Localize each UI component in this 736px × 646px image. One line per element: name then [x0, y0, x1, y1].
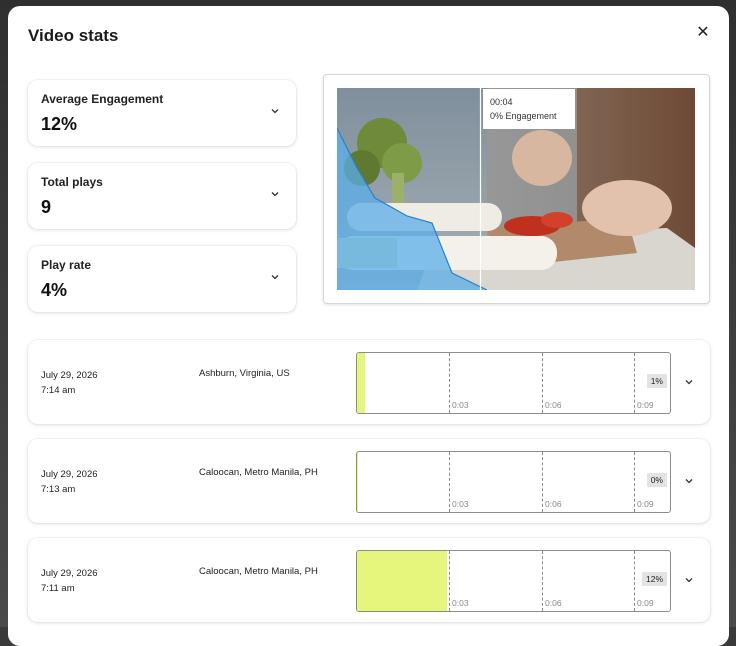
- timeline-tick: [634, 452, 635, 512]
- timeline-tick-label: 0:09: [637, 598, 654, 608]
- engagement-percent-badge: 1%: [646, 374, 667, 388]
- play-time: 7:13 am: [41, 484, 76, 495]
- timeline-tick-label: 0:09: [637, 499, 654, 509]
- video-stats-modal: Video stats ✕ Average Engagement 12% Tot…: [8, 6, 729, 646]
- close-icon[interactable]: ✕: [694, 24, 712, 42]
- watched-fill: [357, 452, 358, 512]
- chevron-down-icon[interactable]: [268, 270, 282, 284]
- play-date: July 29, 2026: [41, 469, 98, 480]
- engagement-percent-badge: 12%: [641, 572, 667, 586]
- timeline-tick: [634, 353, 635, 413]
- stat-value: 4%: [41, 280, 68, 300]
- timeline-tick: [542, 551, 543, 611]
- timeline-tick-label: 0:09: [637, 400, 654, 410]
- stat-card-average-engagement[interactable]: Average Engagement 12%: [28, 80, 296, 146]
- play-timeline[interactable]: 0:03 0:06 0:09 12%: [356, 550, 671, 612]
- video-preview-panel: 00:04 0% Engagement: [323, 74, 710, 304]
- stat-card-play-rate[interactable]: Play rate 4%: [28, 246, 296, 312]
- play-time: 7:11 am: [41, 583, 75, 594]
- timeline-tick: [449, 551, 450, 611]
- play-datetime: July 29, 2026 7:14 am: [41, 368, 98, 398]
- play-row: July 29, 2026 7:13 am Caloocan, Metro Ma…: [28, 439, 710, 523]
- play-datetime: July 29, 2026 7:11 am: [41, 566, 98, 596]
- play-location: Caloocan, Metro Manila, PH: [199, 566, 318, 577]
- timeline-tick-label: 0:06: [545, 499, 562, 509]
- timeline-tick: [449, 353, 450, 413]
- timeline-tick-label: 0:03: [452, 400, 469, 410]
- play-time: 7:14 am: [41, 385, 76, 396]
- timeline-tick-label: 0:03: [452, 499, 469, 509]
- chevron-down-icon[interactable]: [268, 104, 282, 118]
- video-thumbnail[interactable]: 00:04 0% Engagement: [337, 88, 695, 290]
- engagement-tooltip: 00:04 0% Engagement: [483, 89, 575, 129]
- stat-label: Average Engagement: [41, 92, 164, 106]
- chevron-down-icon[interactable]: [682, 474, 696, 488]
- modal-title: Video stats: [28, 26, 119, 45]
- timeline-tick: [542, 452, 543, 512]
- stat-label: Play rate: [41, 258, 92, 272]
- timeline-tick-label: 0:06: [545, 598, 562, 608]
- play-timeline[interactable]: 0:03 0:06 0:09 1%: [356, 352, 671, 414]
- stat-value: 9: [41, 197, 52, 217]
- timeline-tick: [542, 353, 543, 413]
- play-timeline[interactable]: 0:03 0:06 0:09 0%: [356, 451, 671, 513]
- watched-fill: [357, 551, 448, 611]
- play-location: Caloocan, Metro Manila, PH: [199, 467, 318, 478]
- timeline-tick-label: 0:03: [452, 598, 469, 608]
- stat-label: Total plays: [41, 175, 103, 189]
- tooltip-time: 00:04: [490, 97, 513, 107]
- play-date: July 29, 2026: [41, 568, 98, 579]
- timeline-tick: [449, 452, 450, 512]
- play-row: July 29, 2026 7:14 am Ashburn, Virginia,…: [28, 340, 710, 424]
- stat-value: 12%: [41, 114, 78, 134]
- chevron-down-icon[interactable]: [682, 573, 696, 587]
- stat-card-total-plays[interactable]: Total plays 9: [28, 163, 296, 229]
- timeline-tick-label: 0:06: [545, 400, 562, 410]
- engagement-percent-badge: 0%: [646, 473, 667, 487]
- tooltip-engagement: 0% Engagement: [490, 111, 557, 121]
- play-date: July 29, 2026: [41, 370, 98, 381]
- play-location: Ashburn, Virginia, US: [199, 368, 290, 379]
- timeline-tick: [634, 551, 635, 611]
- watched-fill: [357, 353, 365, 413]
- chevron-down-icon[interactable]: [268, 187, 282, 201]
- chevron-down-icon[interactable]: [682, 375, 696, 389]
- play-datetime: July 29, 2026 7:13 am: [41, 467, 98, 497]
- play-row: July 29, 2026 7:11 am Caloocan, Metro Ma…: [28, 538, 710, 622]
